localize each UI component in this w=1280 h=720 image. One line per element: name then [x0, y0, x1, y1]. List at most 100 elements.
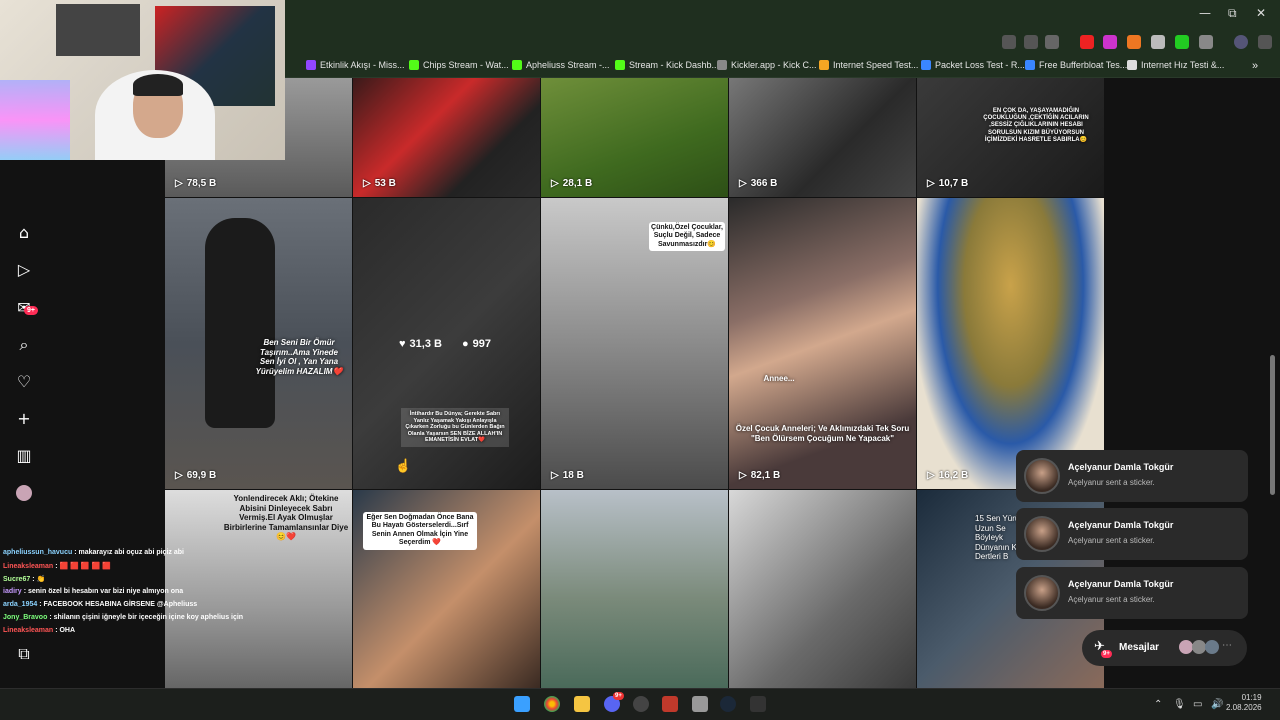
chevron-up-icon[interactable]: ⌃ [1154, 699, 1162, 710]
chat-user: Jony_Bravoo [3, 614, 48, 621]
heart-icon: ♥ [399, 338, 406, 350]
discord-badge: 9+ [613, 692, 624, 700]
play-icon: ▷ [739, 470, 747, 481]
avatar [1192, 640, 1206, 654]
star-icon[interactable] [1045, 35, 1059, 49]
notification-toast[interactable]: Açelyanur Damla Tokgür Açelyanur sent a … [1016, 450, 1248, 502]
analytics-icon[interactable]: ▥ [14, 446, 34, 466]
bookmark-3[interactable]: Stream - Kick Dashb... [615, 60, 719, 70]
bookmark-label: Stream - Kick Dashb... [629, 60, 720, 70]
video-caption: Eğer Sen Doğmadan Önce Bana Bu Hayatı Gö… [363, 512, 477, 550]
play-icon: ▷ [551, 178, 559, 189]
more-dots-icon: ⋯ [1222, 640, 1232, 651]
messages-button[interactable]: ✈ 9+ Mesajlar ⋯ [1082, 630, 1247, 666]
chat-message: : makarayız abi oçuz abi piçiz abi [74, 549, 184, 556]
puzzle-icon[interactable] [1199, 35, 1213, 49]
video-tile[interactable]: Annee... Özel Çocuk Anneleri; Ve Aklımız… [729, 198, 916, 489]
profile-avatar[interactable] [1234, 35, 1248, 49]
system-clock[interactable]: 01:19 2.08.2026 [1226, 693, 1262, 714]
bookmark-label: Apheliuss Stream -... [526, 60, 610, 70]
close-button[interactable]: ✕ [1256, 6, 1266, 20]
hover-stats: ♥ 31,3 B ● 997 [399, 338, 491, 350]
chat-message: : 🟥 🟥 🟥 🟥 🟥 [55, 563, 111, 570]
search-icon[interactable]: ⌕ [14, 335, 34, 355]
bookmark-5[interactable]: Internet Speed Test... [819, 60, 918, 70]
video-caption: Ben Seni Bir Ömür Taşırım..Ama Yinede Se… [255, 338, 343, 376]
video-tile[interactable]: ♥ 31,3 B ● 997 İntihardır Bu Dünya; Gerekt… [353, 198, 540, 489]
chat-user: apheliussun_havucu [3, 549, 73, 556]
upload-icon[interactable]: + [14, 409, 34, 429]
sender-name: Açelyanur Damla Tokgür [1068, 520, 1174, 530]
notification-toast[interactable]: Açelyanur Damla Tokgür Açelyanur sent a … [1016, 508, 1248, 560]
home-icon[interactable]: ⌂ [14, 223, 34, 243]
minimize-button[interactable]: — [1199, 6, 1211, 20]
chat-user: iadiry [3, 588, 22, 595]
obs-icon[interactable] [633, 696, 649, 712]
video-tile[interactable]: Eğer Sen Doğmadan Önce Bana Bu Hayatı Gö… [353, 490, 540, 688]
extension-green-icon[interactable] [1175, 35, 1189, 49]
video-tile[interactable]: ▷ 28,1 B [541, 78, 728, 197]
bookmark-1[interactable]: Chips Stream - Wat... [409, 60, 509, 70]
profile-avatar[interactable] [14, 483, 34, 503]
play-icon: ▷ [363, 178, 371, 189]
bookmark-6[interactable]: Packet Loss Test - R... [921, 60, 1025, 70]
video-tile[interactable]: ▷ 16,2 B [917, 198, 1104, 489]
bookmark-7[interactable]: Free Bufferbloat Tes... [1025, 60, 1127, 70]
notification-toast[interactable]: Açelyanur Damla Tokgür Açelyanur sent a … [1016, 567, 1248, 619]
chat-line: Lineaksleaman: 🟥 🟥 🟥 🟥 🟥 [3, 562, 111, 571]
epic-games-icon[interactable] [750, 696, 766, 712]
more-icon[interactable]: ⧉ [14, 644, 34, 664]
chat-line: arda_1954: FACEBOOK HESABINA GİRSENE @Ap… [3, 601, 197, 608]
video-tile[interactable] [541, 490, 728, 688]
menu-dots-icon[interactable] [1258, 35, 1272, 49]
cast-icon[interactable] [1002, 35, 1016, 49]
bookmarks-more-button[interactable]: » [1252, 60, 1258, 72]
eye-off-icon[interactable] [1024, 35, 1038, 49]
microphone-icon[interactable]: 🎙 [1173, 699, 1186, 710]
bookmark-favicon [819, 60, 829, 70]
bookmark-favicon [921, 60, 931, 70]
activity-icon[interactable]: ♡ [14, 372, 34, 392]
chat-user: Sucre67 [3, 575, 31, 583]
extension-purple-icon[interactable] [1103, 35, 1117, 49]
shield-icon[interactable] [1151, 35, 1165, 49]
app-icon[interactable] [662, 696, 678, 712]
bookmark-8[interactable]: Internet Hız Testi &... [1127, 60, 1224, 70]
extension-red-icon[interactable] [1080, 35, 1094, 49]
app-icon[interactable] [692, 696, 708, 712]
bookmark-2[interactable]: Apheliuss Stream -... [512, 60, 610, 70]
scrollbar[interactable] [1270, 355, 1275, 495]
volume-icon[interactable]: 🔊 [1211, 699, 1223, 710]
chrome-icon[interactable] [544, 696, 560, 712]
person-silhouette [205, 218, 275, 428]
view-count-value: 78,5 B [186, 178, 217, 189]
view-count: ▷ 53 B [363, 178, 396, 189]
video-tile[interactable]: ▷ 366 B [729, 78, 916, 197]
video-tile[interactable]: EN ÇOK DA, YAŞAYAMADIĞIN ÇOCUKLUĞUN ,ÇEK… [917, 78, 1104, 197]
start-icon[interactable] [514, 696, 530, 712]
view-count: ▷ 82,1 B [739, 470, 780, 481]
chat-message: : 👏 [32, 576, 46, 583]
chat-message: : shilanın çişini iğneyle bir içeceğin i… [49, 614, 244, 621]
sender-avatar [1024, 575, 1060, 611]
bookmark-label: Packet Loss Test - R... [935, 60, 1025, 70]
video-tile[interactable]: Ben Seni Bir Ömür Taşırım..Ama Yinede Se… [165, 198, 352, 489]
video-icon[interactable]: ▷ [14, 260, 34, 280]
video-tile[interactable] [729, 490, 916, 688]
chat-line: Jony_Bravoo: shilanın çişini iğneyle bir… [3, 614, 243, 621]
video-tile[interactable]: ▷ 53 B [353, 78, 540, 197]
file-explorer-icon[interactable] [574, 696, 590, 712]
chat-message: : FACEBOOK HESABINA GİRSENE @Apheliuss [39, 601, 198, 608]
display-icon[interactable]: ▭ [1193, 699, 1202, 710]
video-caption: EN ÇOK DA, YAŞAYAMADIĞIN ÇOCUKLUĞUN ,ÇEK… [983, 108, 1089, 143]
bookmark-label: Chips Stream - Wat... [423, 60, 509, 70]
video-caption: Çünkü,Özel Çocuklar, Suçlu Değil, Sadece… [649, 222, 725, 252]
maximize-button[interactable]: ⧉ [1228, 6, 1237, 21]
bookmark-0[interactable]: Etkinlik Akışı - Miss... [306, 60, 405, 70]
steam-icon[interactable] [720, 696, 736, 712]
bookmark-4[interactable]: Kickler.app - Kick C... [717, 60, 817, 70]
chat-message: : senin özel bi hesabın var bizi niye al… [23, 588, 184, 595]
video-tile[interactable]: Çünkü,Özel Çocuklar, Suçlu Değil, Sadece… [541, 198, 728, 489]
extension-orange-icon[interactable] [1127, 35, 1141, 49]
play-icon: ▷ [551, 470, 559, 481]
